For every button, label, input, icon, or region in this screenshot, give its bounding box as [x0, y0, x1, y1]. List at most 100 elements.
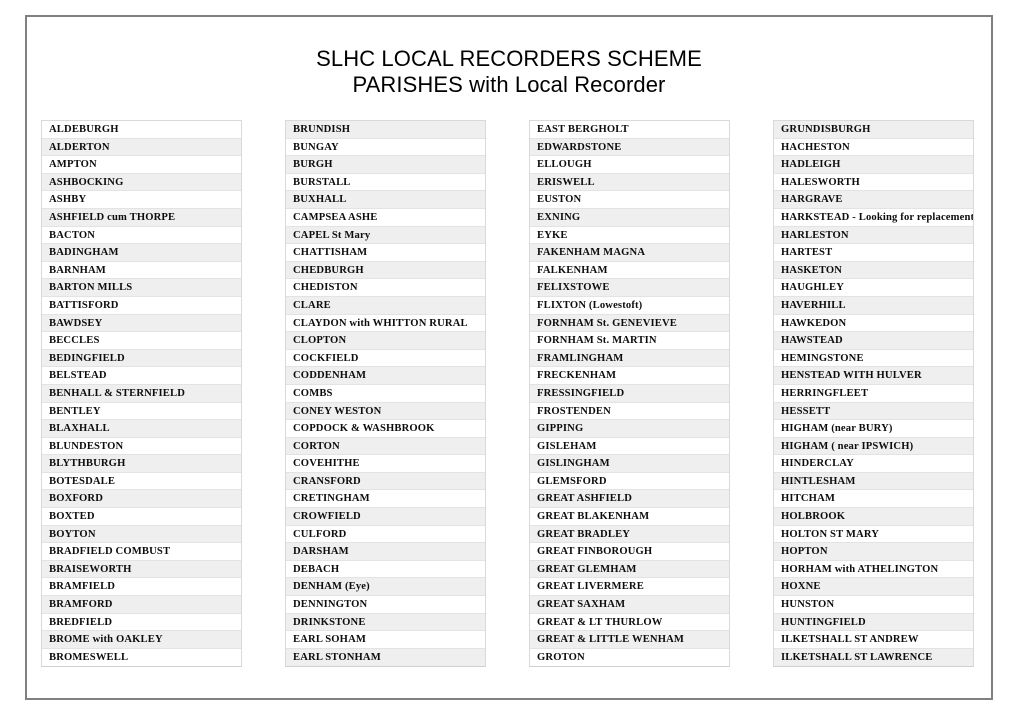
- parish-row: CHATTISHAM: [286, 244, 485, 262]
- parish-row: CONEY WESTON: [286, 402, 485, 421]
- parish-row: DRINKSTONE: [286, 613, 485, 632]
- parish-row: HARKSTEAD - Looking for replacement: [774, 208, 973, 227]
- parish-row: CLAYDON with WHITTON RURAL: [286, 314, 485, 333]
- title-line-primary: SLHC LOCAL RECORDERS SCHEME: [316, 46, 702, 71]
- parish-row: BARTON MILLS: [42, 279, 241, 297]
- parish-row: HERRINGFLEET: [774, 384, 973, 403]
- parish-row: BRAMFIELD: [42, 578, 241, 597]
- parish-row: GREAT FINBOROUGH: [530, 543, 729, 561]
- parish-row: GREAT & LITTLE WENHAM: [530, 631, 729, 649]
- parish-row: HUNSTON: [774, 596, 973, 614]
- parish-row: EDWARDSTONE: [530, 138, 729, 157]
- parish-row: BATTISFORD: [42, 296, 241, 315]
- parish-row: COCKFIELD: [286, 349, 485, 368]
- parish-row: BADINGHAM: [42, 244, 241, 262]
- parish-row: GROTON: [530, 648, 729, 667]
- parish-row: EAST BERGHOLT: [530, 121, 729, 139]
- parish-row: BRADFIELD COMBUST: [42, 543, 241, 561]
- parish-row: HAWKEDON: [774, 314, 973, 333]
- parish-row: EARL STONHAM: [286, 648, 485, 667]
- parish-row: HARLESTON: [774, 226, 973, 245]
- parish-row: CODDENHAM: [286, 367, 485, 385]
- parish-row: BROME with OAKLEY: [42, 631, 241, 649]
- parish-column-1: ALDEBURGH ALDERTON AMPTON ASHBOCKING ASHBY AS…: [41, 120, 242, 668]
- parish-row: FELIXSTOWE: [530, 279, 729, 297]
- parish-row: GREAT BRADLEY: [530, 525, 729, 544]
- parish-row: CAPEL St Mary: [286, 226, 485, 245]
- parish-column-2: BRUNDISH BUNGAY BURGH BURSTALL BUXHALL CAMPSE…: [285, 120, 486, 668]
- parish-row: EARL SOHAM: [286, 631, 485, 649]
- parish-row: HOPTON: [774, 543, 973, 561]
- parish-row: CRETINGHAM: [286, 490, 485, 509]
- parish-row: FLIXTON (Lowestoft): [530, 296, 729, 315]
- parish-row: HITCHAM: [774, 490, 973, 509]
- parish-row: GREAT ASHFIELD: [530, 490, 729, 509]
- parish-row: CHEDBURGH: [286, 261, 485, 280]
- parish-row: ALDEBURGH: [42, 121, 241, 139]
- parish-row: BLAXHALL: [42, 420, 241, 438]
- parish-row: BLYTHBURGH: [42, 455, 241, 473]
- parish-row: FRECKENHAM: [530, 367, 729, 385]
- parish-row: CHEDISTON: [286, 279, 485, 297]
- parish-row: FROSTENDEN: [530, 402, 729, 421]
- parish-row: BRAISEWORTH: [42, 560, 241, 579]
- parish-row: BUNGAY: [286, 138, 485, 157]
- parish-column-4: GRUNDISBURGH HACHESTON HADLEIGH HALESWORTH H…: [773, 120, 974, 668]
- parish-column-3: EAST BERGHOLT EDWARDSTONE ELLOUGH ERISWELL E…: [529, 120, 730, 668]
- parish-row: HINTLESHAM: [774, 472, 973, 491]
- parish-columns-container: ALDEBURGH ALDERTON AMPTON ASHBOCKING ASHBY AS…: [41, 120, 981, 668]
- parish-row: BOYTON: [42, 525, 241, 544]
- parish-row: FRAMLINGHAM: [530, 349, 729, 368]
- parish-row: HEMINGSTONE: [774, 349, 973, 368]
- parish-row: BRAMFORD: [42, 596, 241, 614]
- parish-row: HENSTEAD WITH HULVER: [774, 367, 973, 385]
- title-line-secondary: PARISHES with Local Recorder: [352, 72, 666, 97]
- parish-row: GISLINGHAM: [530, 455, 729, 473]
- parish-row: HORHAM with ATHELINGTON: [774, 560, 973, 579]
- parish-row: CLARE: [286, 296, 485, 315]
- parish-row: CULFORD: [286, 525, 485, 544]
- parish-row: ELLOUGH: [530, 156, 729, 174]
- parish-row: BECCLES: [42, 332, 241, 350]
- parish-row: FORNHAM St. MARTIN: [530, 332, 729, 350]
- parish-row: HAUGHLEY: [774, 279, 973, 297]
- parish-row: DENHAM (Eye): [286, 578, 485, 597]
- page-title: SLHC LOCAL RECORDERS SCHEME PARISHES wit…: [27, 46, 991, 98]
- parish-row: CRANSFORD: [286, 472, 485, 491]
- parish-row: BAWDSEY: [42, 314, 241, 333]
- parish-row: BENHALL & STERNFIELD: [42, 384, 241, 403]
- parish-row: BELSTEAD: [42, 367, 241, 385]
- parish-row: CAMPSEA ASHE: [286, 208, 485, 227]
- parish-row: HIGHAM (near BURY): [774, 420, 973, 438]
- parish-row: HOXNE: [774, 578, 973, 597]
- parish-row: HUNTINGFIELD: [774, 613, 973, 632]
- parish-row: GREAT LIVERMERE: [530, 578, 729, 597]
- parish-row: HARGRAVE: [774, 191, 973, 209]
- parish-row: COVEHITHE: [286, 455, 485, 473]
- parish-row: BUXHALL: [286, 191, 485, 209]
- parish-row: GLEMSFORD: [530, 472, 729, 491]
- parish-row: BOTESDALE: [42, 472, 241, 491]
- parish-row: ERISWELL: [530, 173, 729, 192]
- parish-row: ASHFIELD cum THORPE: [42, 208, 241, 227]
- parish-row: COPDOCK & WASHBROOK: [286, 420, 485, 438]
- parish-row: HAVERHILL: [774, 296, 973, 315]
- parish-row: DEBACH: [286, 560, 485, 579]
- parish-row: CLOPTON: [286, 332, 485, 350]
- parish-row: HASKETON: [774, 261, 973, 280]
- parish-row: EUSTON: [530, 191, 729, 209]
- parish-row: BLUNDESTON: [42, 437, 241, 456]
- parish-row: CROWFIELD: [286, 508, 485, 526]
- parish-row: GREAT GLEMHAM: [530, 560, 729, 579]
- parish-row: ASHBOCKING: [42, 173, 241, 192]
- parish-row: GRUNDISBURGH: [774, 121, 973, 139]
- parish-row: HINDERCLAY: [774, 455, 973, 473]
- parish-row: HALESWORTH: [774, 173, 973, 192]
- parish-row: DARSHAM: [286, 543, 485, 561]
- parish-row: GREAT BLAKENHAM: [530, 508, 729, 526]
- parish-row: CORTON: [286, 437, 485, 456]
- parish-row: EYKE: [530, 226, 729, 245]
- parish-row: BROMESWELL: [42, 648, 241, 667]
- parish-row: GIPPING: [530, 420, 729, 438]
- parish-row: FAKENHAM MAGNA: [530, 244, 729, 262]
